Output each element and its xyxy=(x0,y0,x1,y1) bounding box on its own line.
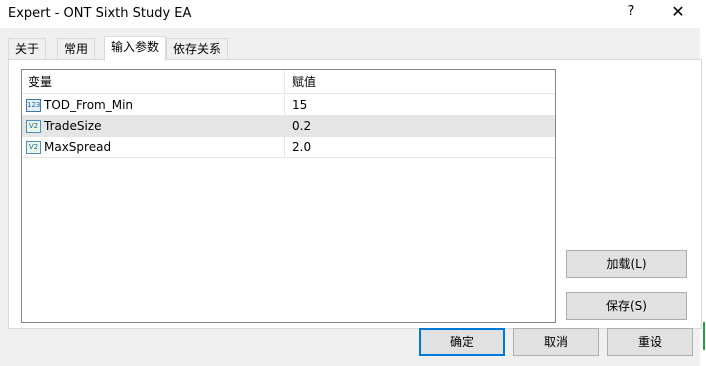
tab-about[interactable]: 关于 xyxy=(8,38,47,60)
parameters-table: 变量 赋值 123 TOD_From_Min 15 V2 TradeSize 0… xyxy=(21,69,556,323)
table-header: 变量 赋值 xyxy=(22,70,555,94)
save-button[interactable]: 保存(S) xyxy=(566,292,687,320)
background-window-edge xyxy=(703,322,705,350)
tab-strip: 关于 常用 输入参数 依存关系 xyxy=(8,36,702,61)
tab-inputs[interactable]: 输入参数 xyxy=(104,36,167,61)
tab-dependencies[interactable]: 依存关系 xyxy=(166,38,229,60)
value-cell[interactable]: 15 xyxy=(286,95,555,116)
reset-button[interactable]: 重设 xyxy=(607,328,693,356)
table-row[interactable]: V2 MaxSpread 2.0 xyxy=(22,137,555,158)
column-header-value[interactable]: 赋值 xyxy=(286,70,555,94)
value-cell[interactable]: 2.0 xyxy=(286,137,555,158)
value-cell[interactable]: 0.2 xyxy=(286,116,555,137)
inputs-panel: 变量 赋值 123 TOD_From_Min 15 V2 TradeSize 0… xyxy=(8,59,702,329)
integer-type-icon: 123 xyxy=(26,99,41,112)
window-title: Expert - ONT Sixth Study EA xyxy=(8,6,192,21)
load-button[interactable]: 加载(L) xyxy=(566,250,687,278)
tab-common[interactable]: 常用 xyxy=(57,38,96,60)
variable-cell: 123 TOD_From_Min xyxy=(22,95,285,116)
table-row[interactable]: V2 TradeSize 0.2 xyxy=(22,116,555,137)
double-type-icon: V2 xyxy=(26,141,41,154)
variable-name: TradeSize xyxy=(44,119,102,133)
ok-button[interactable]: 确定 xyxy=(419,328,505,356)
table-row[interactable]: 123 TOD_From_Min 15 xyxy=(22,95,555,116)
double-type-icon: V2 xyxy=(26,120,41,133)
close-icon[interactable]: ✕ xyxy=(660,2,696,24)
variable-name: TOD_From_Min xyxy=(44,98,134,112)
expert-properties-dialog: Expert - ONT Sixth Study EA ? ✕ 关于 常用 输入… xyxy=(0,0,702,366)
help-button[interactable]: ? xyxy=(616,2,646,24)
column-header-variable[interactable]: 变量 xyxy=(22,70,285,94)
variable-name: MaxSpread xyxy=(44,140,112,154)
title-bar: Expert - ONT Sixth Study EA ? ✕ xyxy=(0,0,700,28)
cancel-button[interactable]: 取消 xyxy=(513,328,599,356)
variable-cell: V2 MaxSpread xyxy=(22,137,285,158)
variable-cell: V2 TradeSize xyxy=(22,116,285,137)
